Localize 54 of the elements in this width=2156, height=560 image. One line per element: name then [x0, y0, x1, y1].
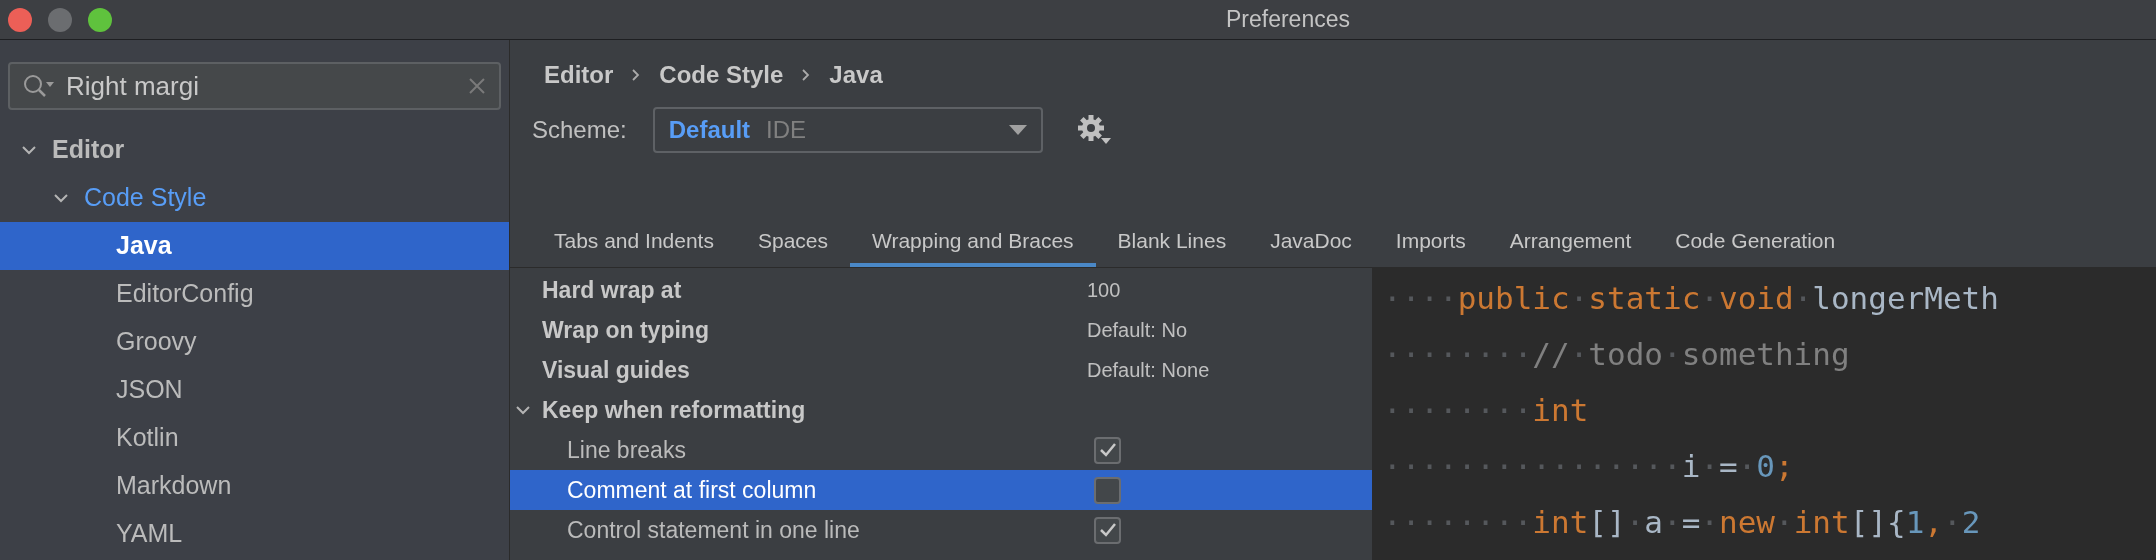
- checkbox[interactable]: [1094, 516, 1121, 544]
- code-line: ····public·static·void·longerMeth: [1383, 278, 2000, 318]
- chevron-icon: [631, 68, 642, 82]
- settings-row[interactable]: Control statement in one line: [510, 510, 1372, 550]
- checkbox[interactable]: [1094, 476, 1121, 504]
- tree-item[interactable]: Markdown: [0, 462, 509, 510]
- tree-item[interactable]: YAML: [0, 510, 509, 558]
- option-label: Line breaks: [567, 435, 687, 465]
- tree-item[interactable]: Java: [0, 222, 509, 270]
- scheme-dropdown[interactable]: Default IDE: [652, 107, 1043, 153]
- settings-row[interactable]: Comment at first column: [510, 470, 1372, 510]
- tab[interactable]: Wrapping and Braces: [850, 219, 1096, 267]
- dropdown-caret-icon: [1008, 125, 1027, 135]
- option-label: Comment at first column: [567, 475, 818, 505]
- tree-item[interactable]: Code Style: [0, 174, 509, 222]
- checkmark-icon: [1098, 442, 1117, 458]
- tab[interactable]: Code Generation: [1653, 219, 1858, 267]
- option-label: Wrap on typing: [542, 315, 710, 345]
- breadcrumb-item[interactable]: Editor: [544, 57, 614, 93]
- scheme-label: Scheme:: [532, 115, 627, 145]
- code-line: ········int[]·a·=·new·int[]{1,·2: [1383, 502, 1982, 542]
- checkmark-icon: [1098, 522, 1117, 538]
- tab[interactable]: JavaDoc: [1248, 219, 1374, 267]
- group-label: Keep when reformatting: [542, 395, 806, 425]
- breadcrumb-item[interactable]: Java: [829, 57, 883, 93]
- option-label: Visual guides: [542, 355, 691, 385]
- option-value[interactable]: Default: None: [1087, 355, 1210, 385]
- tree-item[interactable]: Editor: [0, 126, 509, 174]
- tree-item[interactable]: Groovy: [0, 318, 509, 366]
- gear-icon[interactable]: [1076, 114, 1111, 146]
- window-title: Preferences: [1226, 5, 1350, 35]
- settings-row[interactable]: Line breaks: [510, 430, 1372, 470]
- code-line: ················i·=·0;: [1383, 446, 1795, 486]
- breadcrumb-item[interactable]: Code Style: [659, 57, 784, 93]
- tree-item[interactable]: JSON: [0, 366, 509, 414]
- checkbox[interactable]: [1094, 436, 1121, 464]
- search-icon: [22, 73, 56, 99]
- option-value[interactable]: Default: No: [1087, 315, 1188, 345]
- close-window-control[interactable]: [8, 8, 32, 32]
- option-label: Hard wrap at: [542, 275, 683, 305]
- option-label: Control statement in one line: [567, 515, 861, 545]
- tab[interactable]: Imports: [1373, 219, 1488, 267]
- tree-item[interactable]: EditorConfig: [0, 270, 509, 318]
- search-field[interactable]: Right margi: [8, 62, 501, 110]
- option-value[interactable]: 100: [1087, 275, 1121, 305]
- tab[interactable]: Blank Lines: [1095, 219, 1249, 267]
- tab[interactable]: Tabs and Indents: [532, 219, 736, 267]
- code-line: ········//·todo·something: [1383, 334, 1851, 374]
- tree-item[interactable]: Kotlin: [0, 414, 509, 462]
- tab[interactable]: Arrangement: [1487, 219, 1654, 267]
- chevron-icon: [801, 68, 812, 82]
- code-line: ········int: [1383, 390, 1590, 430]
- tab[interactable]: Spaces: [735, 219, 850, 267]
- zoom-window-control[interactable]: [88, 8, 112, 32]
